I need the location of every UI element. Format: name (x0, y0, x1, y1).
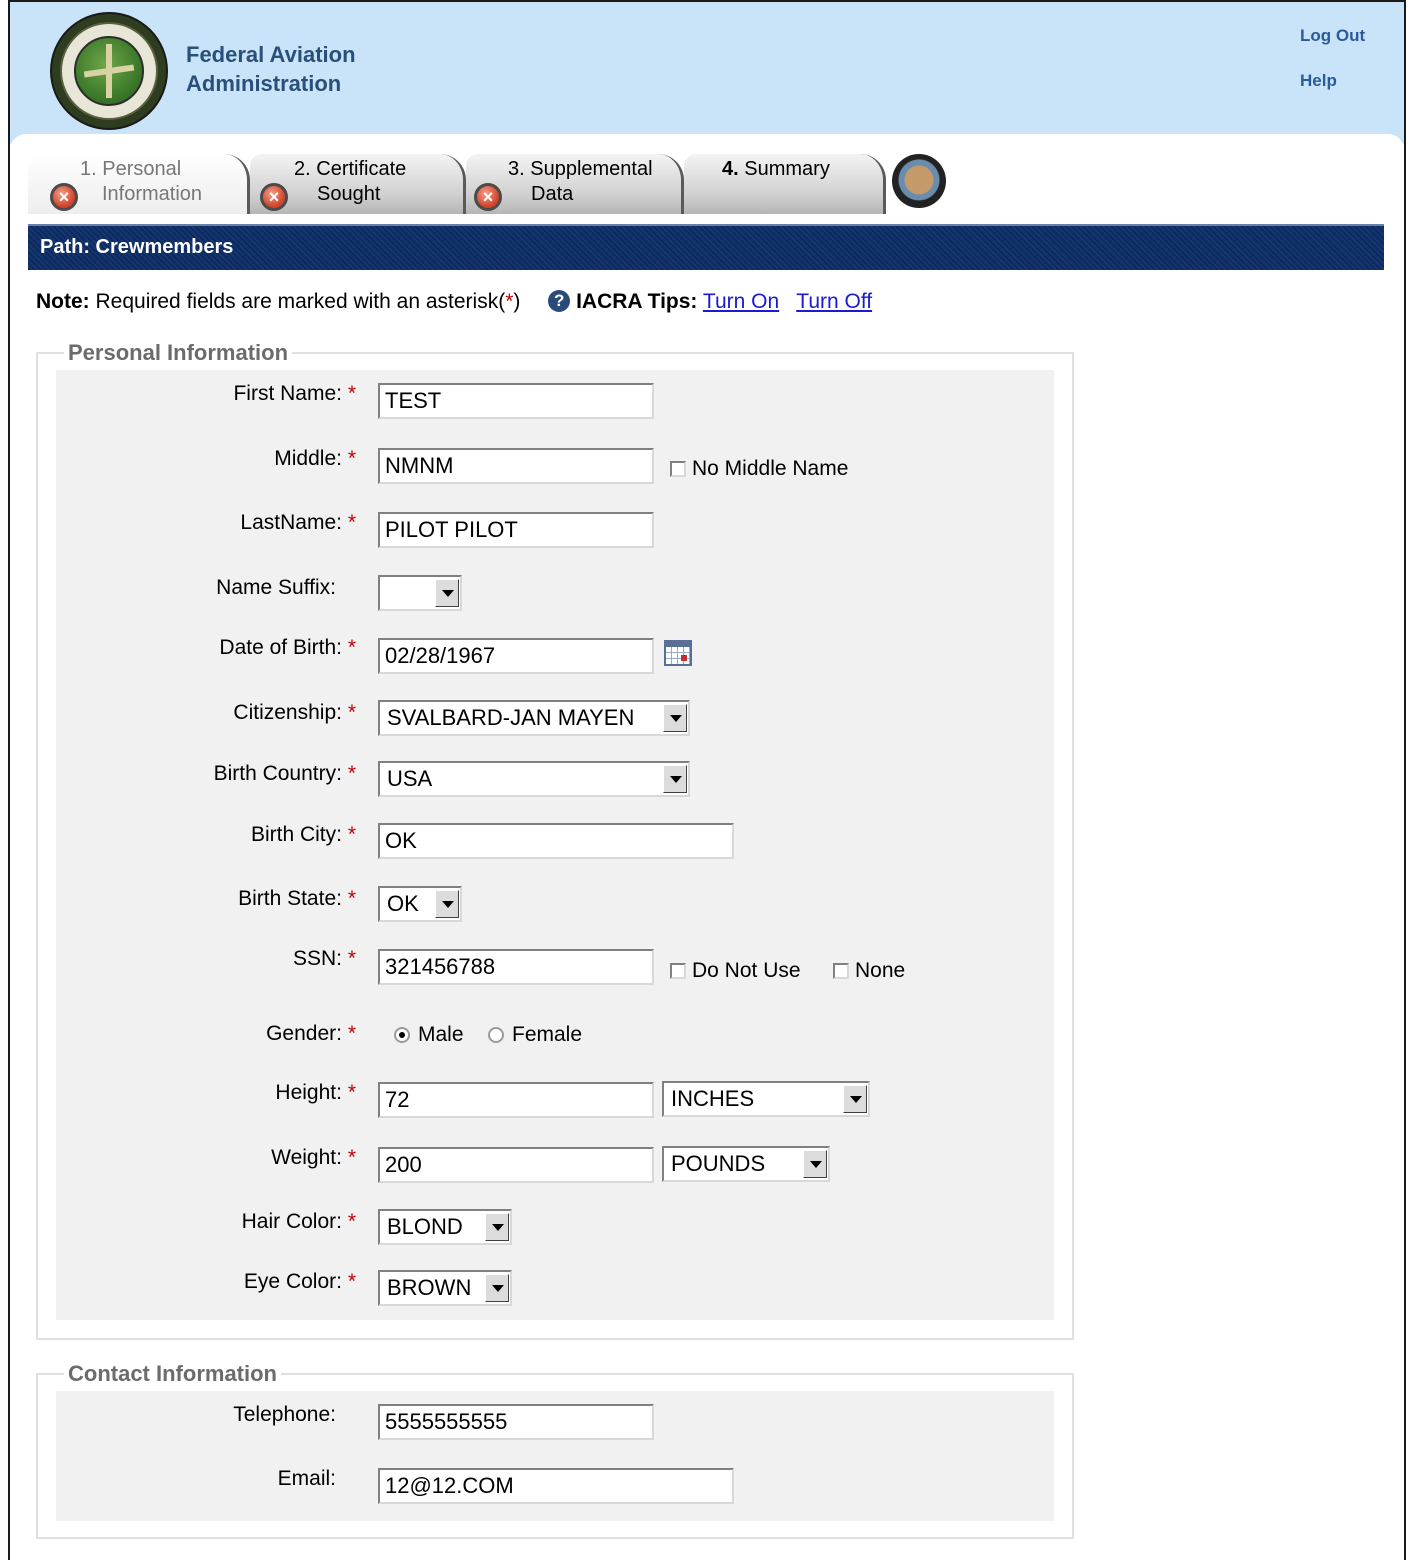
dropdown-arrow-icon (663, 704, 687, 732)
hair-color-select[interactable]: BLOND (378, 1209, 512, 1245)
weight-input[interactable]: 200 (378, 1147, 654, 1183)
birth-city-input[interactable]: OK (378, 823, 734, 859)
birth-city-label: Birth City: * (250, 823, 356, 846)
height-input[interactable]: 72 (378, 1082, 654, 1118)
wizard-tabs: × 1. Personal Information × 2. Certifica… (28, 154, 958, 216)
do-not-use-checkbox[interactable]: Do Not Use (670, 959, 801, 983)
dropdown-arrow-icon (435, 579, 459, 607)
tips-turn-on-link[interactable]: Turn On (703, 290, 779, 313)
height-unit-select[interactable]: INCHES (662, 1081, 870, 1117)
birth-country-select[interactable]: USA (378, 761, 690, 797)
error-icon: × (260, 183, 288, 211)
ssn-input[interactable]: 321456788 (378, 949, 654, 985)
citizenship-select[interactable]: SVALBARD-JAN MAYEN (378, 700, 690, 736)
name-suffix-select[interactable] (378, 575, 462, 611)
eye-color-select[interactable]: BROWN (378, 1270, 512, 1306)
personal-information-legend: Personal Information (64, 340, 293, 366)
tab-certificate-sought[interactable]: × 2. Certificate Sought (250, 154, 466, 214)
question-icon: ? (548, 290, 571, 312)
agency-name: Federal Aviation Administration (186, 42, 356, 96)
logout-link[interactable]: Log Out (1300, 26, 1365, 46)
error-icon: × (474, 183, 502, 211)
site-header: Federal Aviation Administration Log Out … (10, 2, 1404, 144)
dropdown-arrow-icon (663, 765, 687, 793)
name-suffix-label: Name Suffix: (216, 576, 336, 599)
birth-state-label: Birth State: * (238, 887, 356, 910)
help-link[interactable]: Help (1300, 71, 1337, 91)
middle-name-label: Middle: * (274, 447, 356, 470)
email-label: Email: (277, 1467, 336, 1490)
dropdown-arrow-icon (843, 1085, 867, 1113)
dropdown-arrow-icon (803, 1150, 827, 1178)
required-note: Note: Required fields are marked with an… (36, 290, 873, 313)
weight-unit-select[interactable]: POUNDS (662, 1146, 830, 1182)
path-bar: Path: Crewmembers (28, 224, 1384, 270)
telephone-input[interactable]: 5555555555 (378, 1404, 654, 1440)
first-name-input[interactable]: TEST (378, 383, 654, 419)
gender-male-radio[interactable]: Male (394, 1023, 464, 1047)
middle-name-input[interactable]: NMNM (378, 448, 654, 484)
last-name-input[interactable]: PILOT PILOT (378, 512, 654, 548)
last-name-label: LastName: * (240, 511, 356, 534)
date-of-birth-label: Date of Birth: * (219, 636, 356, 659)
eye-color-label: Eye Color: * (243, 1270, 356, 1293)
weight-label: Weight: * (271, 1146, 356, 1169)
globe-icon (892, 154, 946, 208)
ssn-none-checkbox[interactable]: None (833, 959, 905, 983)
gender-female-radio[interactable]: Female (488, 1023, 582, 1047)
calendar-icon[interactable] (664, 640, 692, 666)
birth-state-select[interactable]: OK (378, 886, 462, 922)
height-label: Height: * (275, 1081, 356, 1104)
contact-information-fieldset (36, 1373, 1074, 1539)
contact-information-legend: Contact Information (64, 1361, 281, 1387)
dropdown-arrow-icon (435, 890, 459, 918)
no-middle-name-checkbox[interactable]: No Middle Name (670, 457, 848, 481)
error-icon: × (50, 183, 78, 211)
tab-supplemental-data[interactable]: × 3. Supplemental Data (466, 154, 684, 214)
tab-personal-information[interactable]: × 1. Personal Information (28, 154, 250, 214)
tips-turn-off-link[interactable]: Turn Off (796, 290, 872, 313)
birth-country-label: Birth Country: * (213, 762, 356, 785)
first-name-label: First Name: * (233, 382, 356, 405)
date-of-birth-input[interactable]: 02/28/1967 (378, 638, 654, 674)
ssn-label: SSN: * (292, 947, 356, 970)
tab-summary[interactable]: 4. Summary (684, 154, 886, 214)
hair-color-label: Hair Color: * (241, 1210, 356, 1233)
email-input[interactable]: 12@12.COM (378, 1468, 734, 1504)
telephone-label: Telephone: (233, 1403, 336, 1426)
citizenship-label: Citizenship: * (233, 701, 356, 724)
faa-seal-logo (52, 14, 166, 128)
gender-label: Gender: * (266, 1022, 356, 1045)
dropdown-arrow-icon (485, 1274, 509, 1302)
dropdown-arrow-icon (485, 1213, 509, 1241)
